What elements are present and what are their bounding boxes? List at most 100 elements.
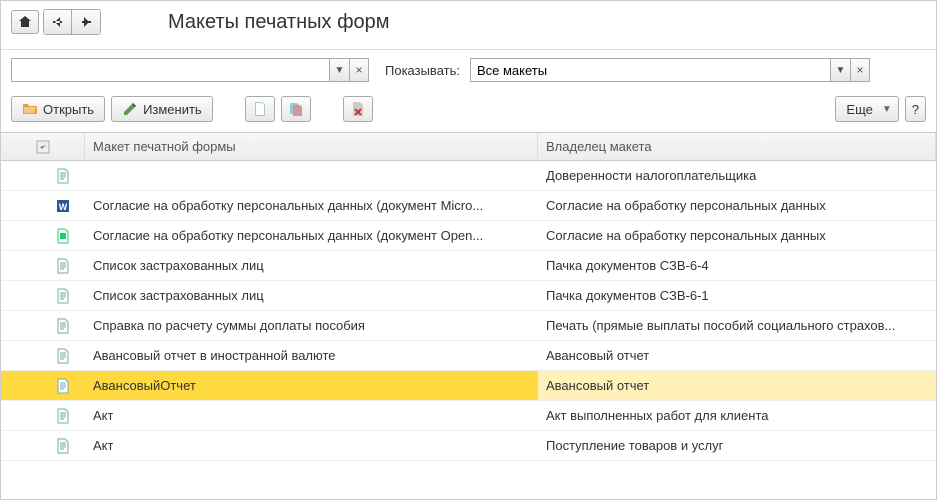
back-button[interactable] xyxy=(44,10,72,34)
more-button[interactable]: Еще ▼ xyxy=(835,96,898,122)
row-name-cell: Список застрахованных лиц xyxy=(85,281,538,310)
row-state-cell xyxy=(1,431,85,460)
show-dropdown-button[interactable]: ▼ xyxy=(830,58,850,82)
table-row[interactable]: Список застрахованных лиц Пачка документо… xyxy=(1,281,936,311)
row-name-cell: Согласие на обработку персональных данны… xyxy=(85,221,538,250)
close-icon: × xyxy=(355,63,362,77)
action-1-button[interactable] xyxy=(245,96,275,122)
chevron-down-icon: ▼ xyxy=(882,104,892,115)
table-row[interactable]: Список застрахованных лицПачка документо… xyxy=(1,251,936,281)
row-owner: Авансовый отчет xyxy=(546,348,649,363)
row-owner-cell: Доверенности налогоплательщика xyxy=(538,161,936,190)
row-owner: Согласие на обработку персональных данны… xyxy=(546,198,826,213)
row-name: Акт xyxy=(93,408,113,423)
folder-open-icon xyxy=(22,101,38,117)
open-button[interactable]: Открыть xyxy=(11,96,105,122)
chevron-down-icon: ▼ xyxy=(335,65,345,76)
show-clear-button[interactable]: × xyxy=(850,58,870,82)
edit-label: Изменить xyxy=(143,102,202,117)
row-owner: Печать (прямые выплаты пособий социально… xyxy=(546,318,895,333)
header-bar: Макеты печатных форм xyxy=(1,1,936,50)
row-name: Справка по расчету суммы доплаты пособия xyxy=(93,318,365,333)
sheet-doc-icon xyxy=(55,408,71,424)
sheet-doc-icon xyxy=(55,168,71,184)
chevron-down-icon: ▼ xyxy=(836,65,846,76)
row-state-cell xyxy=(1,401,85,430)
row-state-cell xyxy=(1,191,85,220)
row-owner: Акт выполненных работ для клиента xyxy=(546,408,768,423)
row-owner: Авансовый отчет xyxy=(546,378,649,393)
arrow-right-icon xyxy=(78,14,94,30)
row-state-cell xyxy=(1,371,85,400)
filter-clear-button[interactable]: × xyxy=(349,58,369,82)
sheet-doc-icon xyxy=(55,318,71,334)
row-owner: Пачка документов СЗВ-6-1 xyxy=(546,288,709,303)
row-state-cell xyxy=(1,461,85,463)
toolbar: Открыть Изменить Еще ▼ ? xyxy=(1,90,936,133)
action-3-button[interactable] xyxy=(343,96,373,122)
row-owner-cell: Авансовый отчет xyxy=(538,341,936,370)
row-name-cell: Авансовый отчет в иностранной валюте xyxy=(85,341,538,370)
column-name[interactable]: Макет печатной формы xyxy=(85,133,538,160)
document-copy-icon xyxy=(288,101,304,117)
table-row[interactable]: Согласие на обработку персональных данны… xyxy=(1,221,936,251)
sheet-doc-icon xyxy=(55,378,71,394)
row-name-cell xyxy=(85,161,538,190)
filter-bar: ▼ × Показывать: ▼ × xyxy=(1,50,936,90)
table-row[interactable]: АктПечать акта об оказании услуг xyxy=(1,461,936,463)
row-owner-cell: Поступление товаров и услуг xyxy=(538,431,936,460)
filter-combo: ▼ × xyxy=(11,58,369,82)
row-state-cell xyxy=(1,281,85,310)
row-owner-cell: Печать (прямые выплаты пособий социально… xyxy=(538,311,936,340)
word-doc-icon xyxy=(55,198,71,214)
row-state-cell xyxy=(1,251,85,280)
document-delete-icon xyxy=(350,101,366,117)
sheet-doc-icon xyxy=(55,348,71,364)
column-state[interactable] xyxy=(1,133,85,160)
row-owner-cell: Печать акта об оказании услуг xyxy=(538,461,936,463)
table-row[interactable]: Доверенности налогоплательщика xyxy=(1,161,936,191)
row-owner: Поступление товаров и услуг xyxy=(546,438,723,453)
row-owner-cell: Акт выполненных работ для клиента xyxy=(538,401,936,430)
table-row[interactable]: Акт Поступление товаров и услуг xyxy=(1,431,936,461)
forward-button[interactable] xyxy=(72,10,100,34)
sheet-doc-icon xyxy=(55,288,71,304)
show-input[interactable] xyxy=(470,58,830,82)
row-owner: Согласие на обработку персональных данны… xyxy=(546,228,826,243)
table-header: Макет печатной формы Владелец макета xyxy=(1,133,936,161)
row-owner-cell: Согласие на обработку персональных данны… xyxy=(538,191,936,220)
action-2-button[interactable] xyxy=(281,96,311,122)
open-label: Открыть xyxy=(43,102,94,117)
table: Макет печатной формы Владелец макета Дов… xyxy=(1,133,936,463)
home-icon xyxy=(17,14,33,30)
row-state-cell xyxy=(1,341,85,370)
row-name: Согласие на обработку персональных данны… xyxy=(93,228,483,243)
row-owner: Доверенности налогоплательщика xyxy=(546,168,756,183)
row-name-cell: Согласие на обработку персональных данны… xyxy=(85,191,538,220)
filter-dropdown-button[interactable]: ▼ xyxy=(329,58,349,82)
row-name: Согласие на обработку персональных данны… xyxy=(93,198,483,213)
page-title: Макеты печатных форм xyxy=(168,11,390,34)
help-button[interactable]: ? xyxy=(905,96,926,122)
home-button[interactable] xyxy=(11,10,39,34)
row-name: Акт xyxy=(93,438,113,453)
row-state-cell xyxy=(1,161,85,190)
row-name: Список застрахованных лиц xyxy=(93,288,264,303)
table-row[interactable]: Согласие на обработку персональных данны… xyxy=(1,191,936,221)
column-owner[interactable]: Владелец макета xyxy=(538,133,936,160)
edit-button[interactable]: Изменить xyxy=(111,96,213,122)
table-row[interactable]: Акт Акт выполненных работ для клиента xyxy=(1,401,936,431)
row-name: АвансовыйОтчет xyxy=(93,378,196,393)
table-row[interactable]: Авансовый отчет в иностранной валюте Аван… xyxy=(1,341,936,371)
row-name-cell: АвансовыйОтчет xyxy=(85,371,538,400)
sheet-doc-icon xyxy=(55,438,71,454)
help-icon: ? xyxy=(912,102,919,117)
table-row[interactable]: Справка по расчету суммы доплаты пособия… xyxy=(1,311,936,341)
row-name: Авансовый отчет в иностранной валюте xyxy=(93,348,336,363)
row-state-cell xyxy=(1,311,85,340)
show-label: Показывать: xyxy=(385,63,460,78)
close-icon: × xyxy=(856,63,863,77)
table-body[interactable]: Доверенности налогоплательщика Согласие н… xyxy=(1,161,936,463)
table-row[interactable]: АвансовыйОтчет Авансовый отчет xyxy=(1,371,936,401)
filter-input[interactable] xyxy=(11,58,329,82)
